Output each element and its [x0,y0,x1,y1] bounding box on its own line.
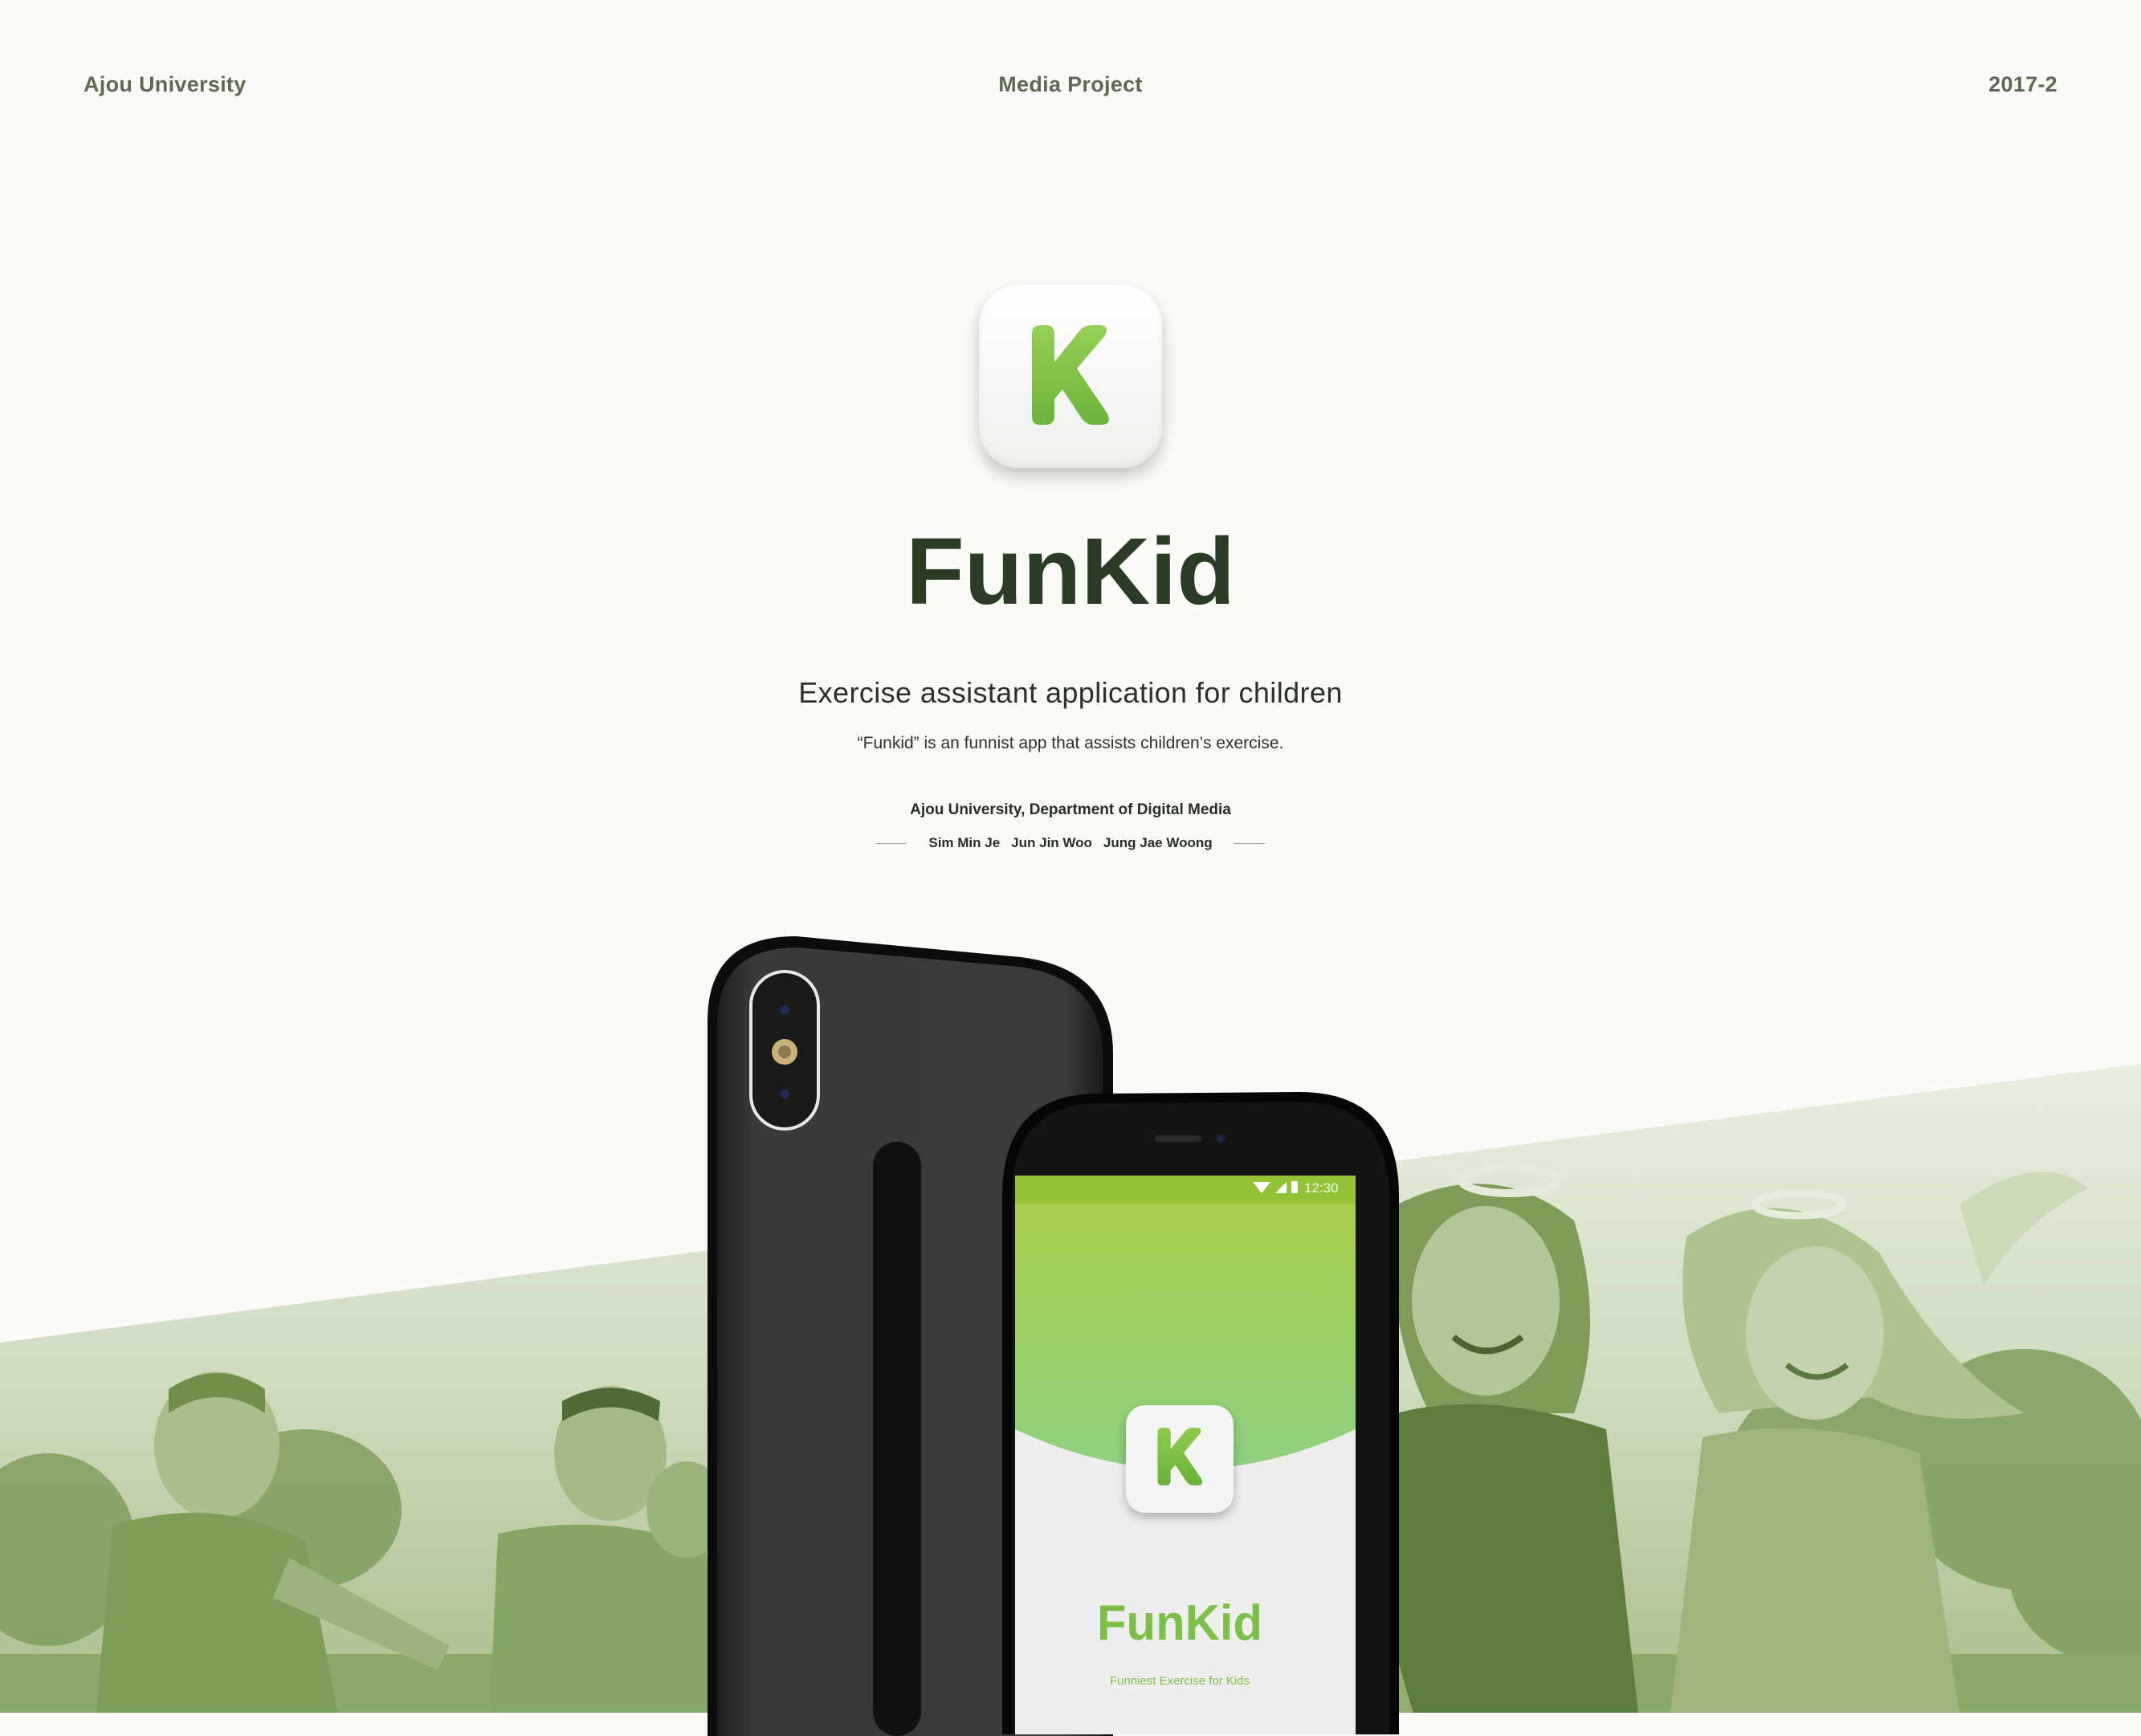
camera-icon [749,970,820,1131]
screen-subtitle: Funniest Exercise for Kids [1110,1674,1250,1688]
battery-icon [1291,1181,1298,1193]
phone-front-mockup: 12:30 FunKid Funniest Exercise for Kids [1002,1092,1399,1734]
status-time: 12:30 [1304,1180,1339,1196]
screen-logo-text: FunKid [1097,1595,1262,1651]
screen-app-icon [1126,1405,1234,1513]
